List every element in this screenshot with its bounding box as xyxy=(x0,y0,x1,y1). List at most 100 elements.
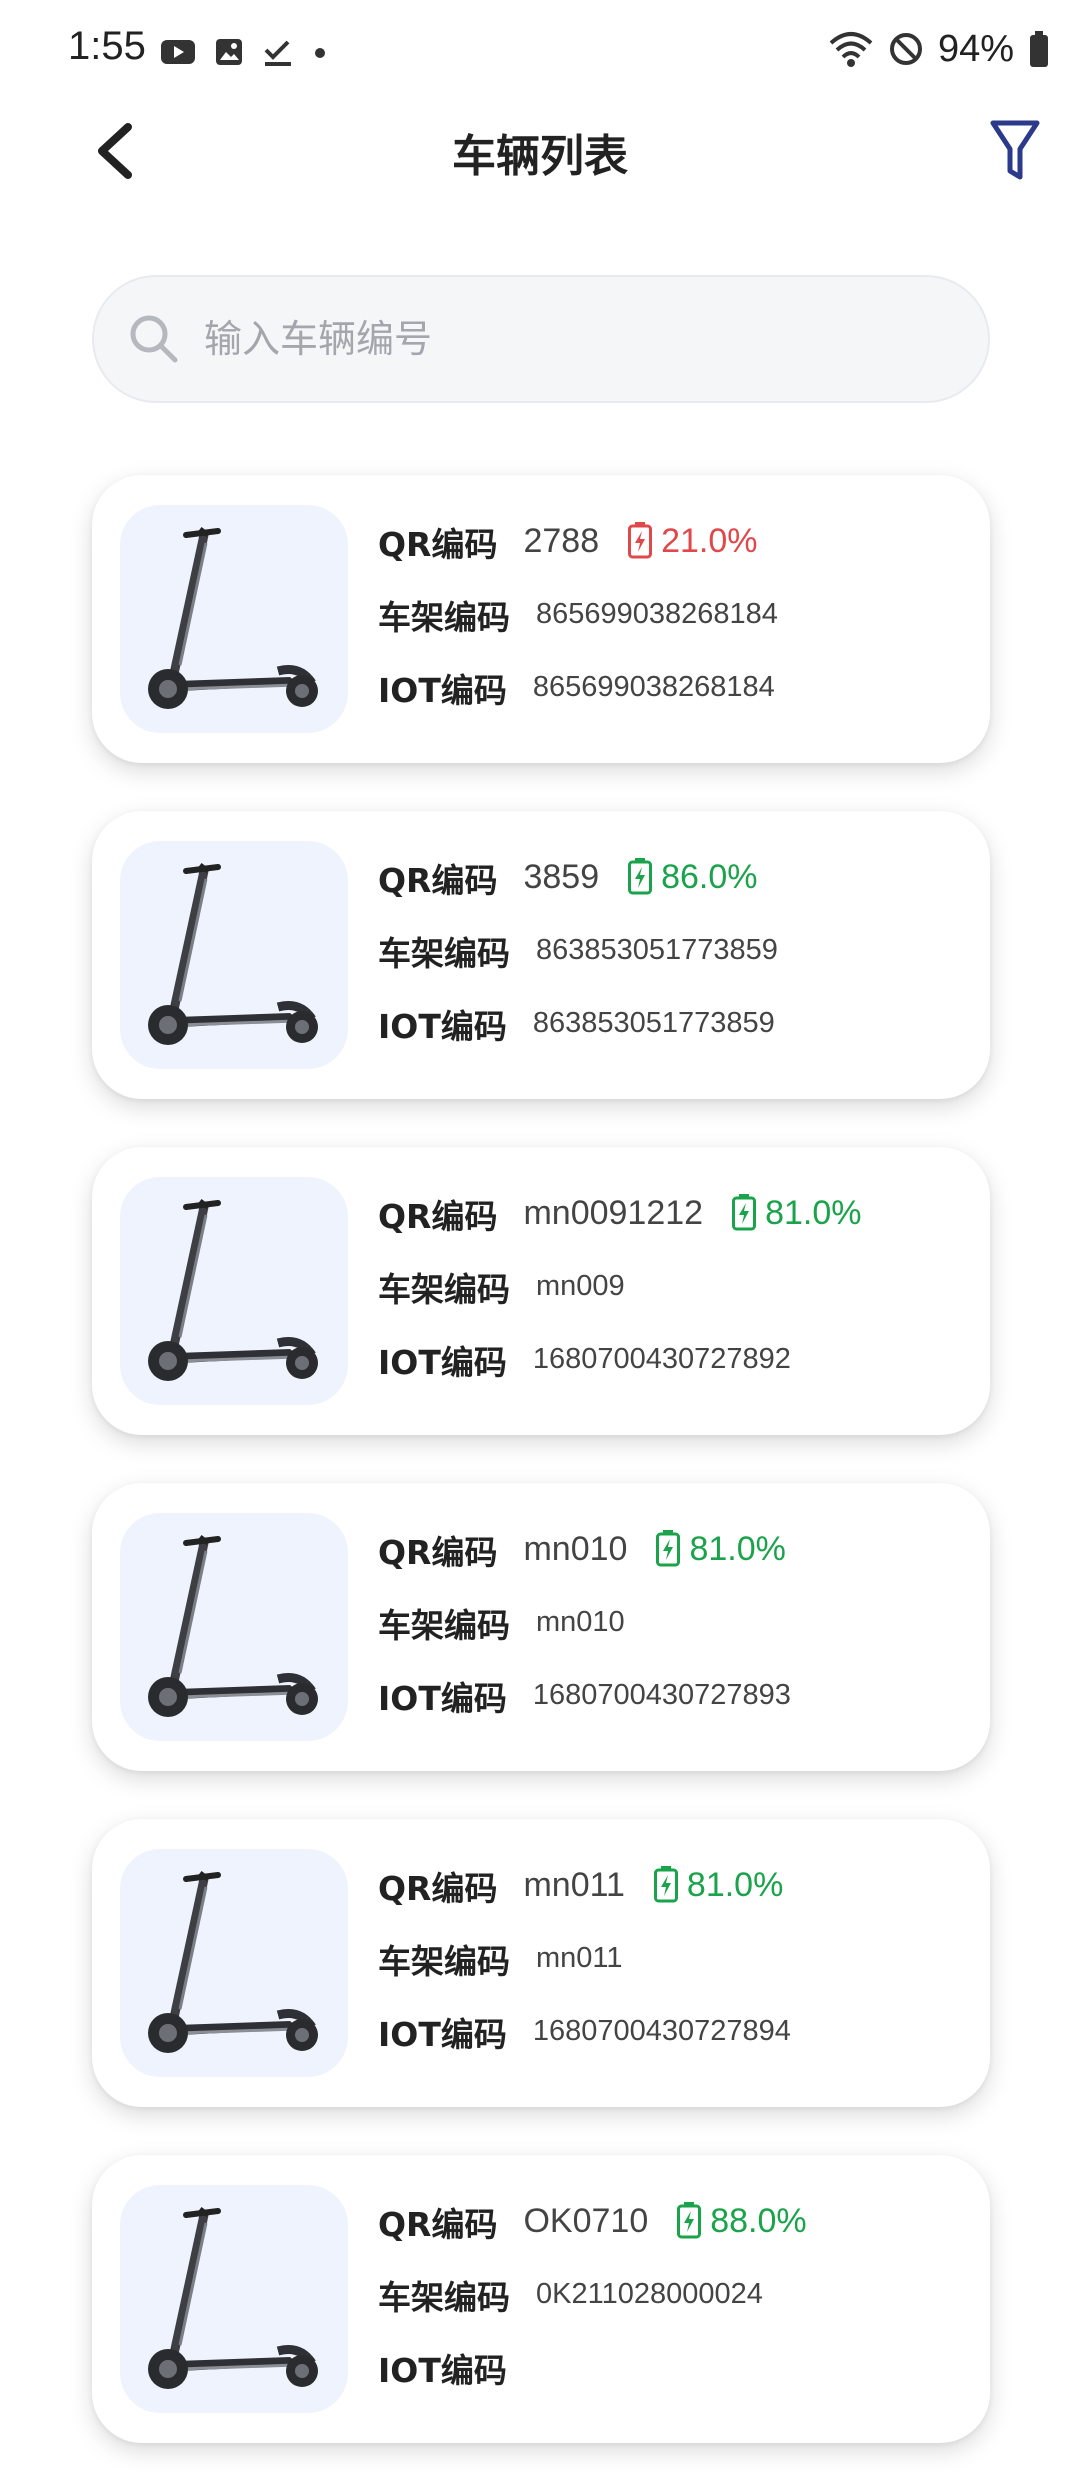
vehicle-info: QR编码 mn010 81.0% 车架编码 mn010 IOT编码 168070… xyxy=(378,1513,968,1732)
qr-label: QR编码 xyxy=(378,860,498,900)
iot-value: 865699038268184 xyxy=(532,671,775,703)
battery-status: 88.0% xyxy=(676,2201,807,2243)
frame-row: 车架编码 mn009 xyxy=(378,1250,968,1323)
vehicle-card[interactable]: QR编码 mn0091212 81.0% 车架编码 mn009 IOT编码 16… xyxy=(92,1147,990,1435)
iot-row: IOT编码 1680700430727893 xyxy=(378,1659,968,1732)
scooter-image xyxy=(120,841,348,1069)
vehicle-card[interactable]: QR编码 3859 86.0% 车架编码 863853051773859 IOT… xyxy=(92,811,990,1099)
iot-row: IOT编码 863853051773859 xyxy=(378,987,968,1060)
vehicle-list[interactable]: QR编码 2788 21.0% 车架编码 865699038268184 IOT… xyxy=(92,475,990,2491)
vehicle-info: QR编码 3859 86.0% 车架编码 863853051773859 IOT… xyxy=(378,841,968,1060)
iot-value: 1680700430727893 xyxy=(532,1679,791,1711)
search-icon xyxy=(126,311,182,367)
battery-status: 81.0% xyxy=(731,1193,861,1235)
iot-label: IOT编码 xyxy=(378,1006,507,1046)
qr-value: OK0710 xyxy=(523,2202,649,2240)
frame-value: 863853051773859 xyxy=(536,934,778,966)
battery-charging-icon xyxy=(676,2201,702,2243)
battery-charging-icon xyxy=(627,857,653,899)
battery-icon xyxy=(1030,31,1048,67)
scooter-image xyxy=(120,1513,348,1741)
frame-value: 865699038268184 xyxy=(536,598,778,630)
status-time: 1:55 xyxy=(68,24,146,68)
frame-label: 车架编码 xyxy=(378,597,510,637)
battery-percent: 21.0% xyxy=(661,522,758,560)
qr-value: 2788 xyxy=(523,522,600,560)
frame-value: mn010 xyxy=(536,1606,625,1638)
qr-value: mn010 xyxy=(523,1530,628,1568)
frame-label: 车架编码 xyxy=(378,2277,510,2317)
iot-row: IOT编码 865699038268184 xyxy=(378,651,968,724)
status-right: 94% xyxy=(828,24,1050,74)
battery-status: 86.0% xyxy=(627,857,758,899)
iot-row: IOT编码 1680700430727894 xyxy=(378,1995,968,2068)
frame-label: 车架编码 xyxy=(378,1605,510,1645)
qr-label: QR编码 xyxy=(378,1868,498,1908)
iot-row: IOT编码 xyxy=(378,2331,968,2404)
iot-value: 1680700430727892 xyxy=(532,1343,791,1375)
battery-status: 81.0% xyxy=(655,1529,786,1571)
page-title: 车辆列表 xyxy=(452,131,628,182)
iot-label: IOT编码 xyxy=(378,670,507,710)
frame-row: 车架编码 mn010 xyxy=(378,1586,968,1659)
qr-row: QR编码 3859 86.0% xyxy=(378,841,968,914)
low-battery-icon xyxy=(627,521,653,563)
battery-status: 21.0% xyxy=(627,521,758,563)
task-check-icon xyxy=(264,40,291,66)
battery-charging-icon xyxy=(655,1529,681,1571)
iot-row: IOT编码 1680700430727892 xyxy=(378,1323,968,1396)
qr-row: QR编码 mn011 81.0% xyxy=(378,1849,968,1922)
qr-row: QR编码 OK0710 88.0% xyxy=(378,2185,968,2258)
more-dot-icon xyxy=(315,48,325,58)
battery-percent: 94% xyxy=(937,27,1014,70)
iot-label: IOT编码 xyxy=(378,1678,507,1718)
scooter-image xyxy=(120,2185,348,2413)
frame-row: 车架编码 mn011 xyxy=(378,1922,968,1995)
vehicle-card[interactable]: QR编码 mn011 81.0% 车架编码 mn011 IOT编码 168070… xyxy=(92,1819,990,2107)
status-bar: 1:55 94% xyxy=(0,0,1080,100)
qr-row: QR编码 mn0091212 81.0% xyxy=(378,1177,968,1250)
header: 车辆列表 xyxy=(0,100,1080,200)
frame-value: mn009 xyxy=(536,1270,625,1302)
filter-button[interactable] xyxy=(980,110,1050,190)
battery-status: 81.0% xyxy=(653,1865,783,1907)
iot-label: IOT编码 xyxy=(378,1342,507,1382)
do-not-disturb-icon xyxy=(889,33,922,65)
gallery-icon xyxy=(216,39,242,65)
battery-percent: 81.0% xyxy=(689,1530,786,1568)
frame-row: 车架编码 863853051773859 xyxy=(378,914,968,987)
battery-percent: 86.0% xyxy=(661,858,758,896)
youtube-icon xyxy=(161,40,195,64)
vehicle-info: QR编码 2788 21.0% 车架编码 865699038268184 IOT… xyxy=(378,505,968,724)
qr-row: QR编码 2788 21.0% xyxy=(378,505,968,578)
battery-percent: 81.0% xyxy=(765,1194,862,1232)
vehicle-info: QR编码 mn011 81.0% 车架编码 mn011 IOT编码 168070… xyxy=(378,1849,968,2068)
notification-icons xyxy=(160,32,328,72)
vehicle-card[interactable]: QR编码 2788 21.0% 车架编码 865699038268184 IOT… xyxy=(92,475,990,763)
scooter-image xyxy=(120,1849,348,2077)
frame-row: 车架编码 865699038268184 xyxy=(378,578,968,651)
scooter-image xyxy=(120,505,348,733)
frame-label: 车架编码 xyxy=(378,1941,510,1981)
vehicle-card[interactable]: QR编码 OK0710 88.0% 车架编码 0K211028000024 IO… xyxy=(92,2155,990,2443)
wifi-icon xyxy=(829,32,873,67)
battery-charging-icon xyxy=(653,1865,679,1907)
search-input[interactable] xyxy=(204,317,924,361)
iot-value: 863853051773859 xyxy=(532,1007,775,1039)
frame-row: 车架编码 0K211028000024 xyxy=(378,2258,968,2331)
qr-label: QR编码 xyxy=(378,1196,498,1236)
frame-label: 车架编码 xyxy=(378,933,510,973)
qr-label: QR编码 xyxy=(378,1532,498,1572)
battery-charging-icon xyxy=(731,1193,757,1235)
search-bar[interactable] xyxy=(92,275,990,403)
frame-label: 车架编码 xyxy=(378,1269,510,1309)
qr-label: QR编码 xyxy=(378,524,498,564)
qr-value: 3859 xyxy=(523,858,600,896)
iot-label: IOT编码 xyxy=(378,2350,507,2390)
iot-value: 1680700430727894 xyxy=(532,2015,791,2047)
qr-label: QR编码 xyxy=(378,2204,498,2244)
frame-value: 0K211028000024 xyxy=(536,2278,763,2310)
vehicle-card[interactable]: QR编码 mn010 81.0% 车架编码 mn010 IOT编码 168070… xyxy=(92,1483,990,1771)
iot-label: IOT编码 xyxy=(378,2014,507,2054)
frame-value: mn011 xyxy=(536,1942,623,1974)
